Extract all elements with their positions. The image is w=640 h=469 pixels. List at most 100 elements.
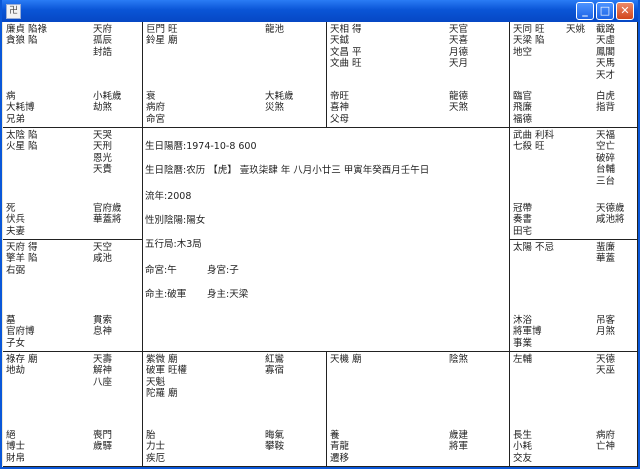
minor-stars: 截路 天虛 鳳閣 天馬 天才: [596, 24, 615, 81]
app-window: 卍 _ □ ✕ 廉貞 陷祿 貪狼 陷 天府 孤辰 封誥病大耗博 兄弟 小耗歲 劫煞 巨門 旺鈴…: [0, 0, 640, 469]
star-label: 天德歲: [596, 202, 625, 214]
zodiac-chart: 廉貞 陷祿 貪狼 陷 天府 孤辰 封誥病大耗博 兄弟 小耗歲 劫煞 巨門 旺鈴星 廟 龍池衰病府…: [3, 22, 638, 467]
palace-footer: 長生 小耗 交友: [513, 430, 532, 464]
star-label: 夫妻: [6, 225, 26, 237]
center-info-panel: 生日陽曆:1974-10-8 600 生日陰曆:农历 【虎】 壹玖柒肆 年 八月…: [143, 128, 510, 352]
star-label: 地劫: [6, 365, 26, 377]
star-label: 解神: [93, 365, 113, 377]
star-label: 破碎: [596, 152, 616, 164]
star-label: 大耗歲: [265, 90, 294, 102]
close-button[interactable]: ✕: [616, 2, 634, 20]
star-label: 天月: [449, 58, 469, 70]
minor-stars: 天府 孤辰 封誥: [93, 24, 112, 58]
star-label: 擎羊 陷: [6, 253, 38, 265]
star-label: 歲驛: [93, 441, 113, 453]
star-label: 天貴: [93, 164, 113, 176]
palace-wu: 巨門 旺鈴星 廟 龍池衰病府 命宮 大耗歲 災煞: [143, 22, 327, 128]
star-label: 兄弟: [6, 113, 26, 125]
star-label: 祿存 廟: [6, 354, 38, 365]
main-stars: 天同 旺天梁 陷地空: [513, 24, 545, 58]
star-label: 胎: [146, 429, 156, 441]
star-label: 攀鞍: [265, 441, 285, 453]
star-label: 官府博: [6, 326, 35, 338]
star-label: 龍池: [265, 24, 285, 35]
palace-footer: 病大耗博 兄弟: [6, 91, 35, 125]
star-label: 亡神: [596, 441, 616, 453]
minor-stars: 天官 天喜 月德 天月: [449, 24, 468, 70]
minimize-button[interactable]: _: [576, 2, 594, 20]
minor-stars: 天哭 天刑 恩光 天貴: [93, 130, 112, 176]
star-label: 天巫: [596, 365, 616, 377]
star-label: 紫微 廟: [146, 354, 178, 365]
main-stars: 祿存 廟地劫: [6, 354, 38, 377]
star-label: 月德: [449, 46, 469, 58]
star-label: 廉貞 陷祿: [6, 24, 48, 35]
star-label: 天空: [93, 242, 113, 253]
main-stars: 紫微 廟破軍 旺權 天魁 陀羅 廟: [146, 354, 187, 400]
star-label: 將軍: [449, 441, 469, 453]
minor-stars: 天壽 解神 八座: [93, 354, 112, 388]
star-label: 伏兵: [6, 214, 26, 226]
star-label: 帝旺: [330, 90, 350, 102]
palace-mao: 天府 得擎羊 陷右弼 天空 咸池墓官府博 子女 貫索 息神: [3, 240, 143, 352]
main-stars: 巨門 旺鈴星 廟: [146, 24, 178, 47]
palace-footer-right: 官府歲 華蓋將: [93, 203, 122, 226]
palace-footer: 胎力士 疾厄: [146, 430, 165, 464]
star-label: 天煞: [449, 102, 469, 114]
star-label: 息神: [93, 326, 113, 338]
star-label: 天機 廟: [330, 354, 362, 365]
star-label: 天壽: [93, 354, 113, 365]
palace-xu: 太陽 不忌 蜚廉 華蓋 沐浴 將軍博 事業 吊客 月煞: [510, 240, 638, 352]
shen-gong: 身宮:子: [207, 265, 239, 276]
star-label: 八座: [93, 376, 113, 388]
star-label: 恩光: [93, 152, 113, 164]
maximize-button[interactable]: □: [596, 2, 614, 20]
palace-chou: 紫微 廟破軍 旺權 天魁 陀羅 廟 紅鸞 寡宿胎力士 疾厄 晦氣 攀鞍: [143, 352, 327, 467]
palace-zi: 天機 廟 陰煞養青龍 遷移 歲建 將軍: [327, 352, 510, 467]
palace-wei: 天相 得天鉞 文昌 平文曲 旺 天官 天喜 月德 天月 帝旺 喜神 父母 龍德 天煞: [327, 22, 510, 128]
star-label: 沐浴: [513, 314, 533, 326]
star-label: 陰煞: [449, 354, 469, 365]
palace-footer: 臨官 飛廉 福德: [513, 91, 532, 125]
minor-stars-mid: 天姚: [566, 24, 585, 35]
star-label: 白虎: [596, 90, 616, 102]
star-label: 太陰 陷: [6, 130, 38, 141]
palace-footer: 冠帶 奏書 田宅: [513, 203, 532, 237]
star-label: 死: [6, 202, 16, 214]
palace-footer-right: 貫索 息神: [93, 315, 112, 338]
star-label: 太陽 不忌: [513, 242, 555, 253]
star-label: 災煞: [265, 102, 285, 114]
star-label: 天鉞: [330, 35, 350, 47]
star-label: 天福: [596, 130, 616, 141]
star-label: 父母: [330, 113, 350, 125]
star-label: 七殺 旺: [513, 141, 545, 153]
main-stars: 天機 廟: [330, 354, 362, 365]
star-label: 晦氣: [265, 429, 285, 441]
star-label: 將軍博: [513, 326, 542, 338]
star-label: 力士: [146, 441, 166, 453]
star-label: 蜚廉: [596, 242, 616, 253]
star-label: 右弼: [6, 264, 26, 276]
minor-stars: 紅鸞 寡宿: [265, 354, 284, 377]
star-label: 福德: [513, 113, 533, 125]
star-label: 華蓋: [596, 253, 616, 265]
star-label: 月煞: [596, 326, 616, 338]
palace-si: 廉貞 陷祿 貪狼 陷 天府 孤辰 封誥病大耗博 兄弟 小耗歲 劫煞: [3, 22, 143, 128]
star-label: 鈴星 廟: [146, 35, 178, 47]
title-bar[interactable]: 卍 _ □ ✕: [2, 0, 638, 22]
palace-footer: 沐浴 將軍博 事業: [513, 315, 542, 349]
palace-footer-right: 歲建 將軍: [449, 430, 468, 453]
ming-zhu: 命主:破軍: [145, 289, 187, 300]
star-label: 咸池將: [596, 214, 625, 226]
shen-zhu: 身主:天梁: [207, 289, 249, 300]
star-label: 指背: [596, 102, 616, 114]
star-label: 官府歲: [93, 202, 122, 214]
star-label: 喪門: [93, 429, 113, 441]
star-label: 歲建: [449, 429, 469, 441]
minor-stars: 天福 空亡 破碎 台輔 三台: [596, 130, 615, 187]
star-label: 華蓋將: [93, 214, 122, 226]
palace-footer: 墓官府博 子女: [6, 315, 35, 349]
star-label: 文曲 旺: [330, 58, 362, 70]
main-stars: 太陰 陷火星 陷: [6, 130, 38, 153]
star-label: 衰: [146, 90, 156, 102]
